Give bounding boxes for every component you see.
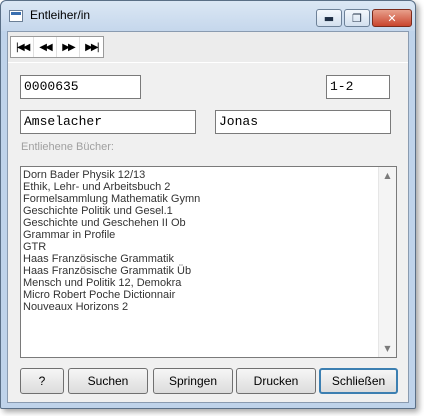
help-button[interactable]: ? [20, 368, 64, 394]
book-list-item[interactable]: Formelsammlung Mathematik Gymn [23, 193, 378, 205]
borrower-number-field[interactable]: 0000635 [20, 75, 141, 99]
minimize-button[interactable]: ▬ [316, 9, 342, 27]
jump-button[interactable]: Springen [153, 368, 233, 394]
last-name-field[interactable]: Amselacher [20, 110, 196, 134]
book-list-item[interactable]: Geschichte Politik und Gesel.1 [23, 205, 378, 217]
book-list-item[interactable]: Geschichte und Geschehen II Ob [23, 217, 378, 229]
title-bar[interactable]: Entleiher/in ▬ ❐ ✕ [1, 1, 415, 31]
book-list-item[interactable]: Nouveaux Horizons 2 [23, 301, 378, 313]
previous-record-icon[interactable]: ◀◀ [34, 37, 57, 57]
app-icon [9, 10, 23, 22]
close-window-button[interactable]: ✕ [372, 9, 412, 27]
class-field[interactable]: 1-2 [326, 75, 390, 99]
last-record-icon[interactable]: ▶▶| [80, 37, 103, 57]
scroll-down-icon[interactable]: ▼ [379, 340, 396, 357]
book-list-item[interactable]: Mensch und Politik 12, Demokra [23, 277, 378, 289]
book-list-item[interactable]: GTR [23, 241, 378, 253]
vertical-scrollbar[interactable]: ▲ ▼ [378, 167, 396, 357]
book-list-item[interactable]: Dorn Bader Physik 12/13 [23, 169, 378, 181]
close-button[interactable]: Schließen [319, 368, 398, 394]
main-window: Entleiher/in ▬ ❐ ✕ |◀◀ ◀◀ ▶▶ ▶▶| 0000635… [0, 0, 416, 409]
borrowed-books-label: Entliehene Bücher: [21, 141, 114, 153]
maximize-button[interactable]: ❐ [344, 9, 370, 27]
toolbar-divider [8, 62, 408, 63]
navigation-toolbar: |◀◀ ◀◀ ▶▶ ▶▶| [8, 32, 408, 63]
book-list-item[interactable]: Micro Robert Poche Dictionnair [23, 289, 378, 301]
next-record-icon[interactable]: ▶▶ [57, 37, 80, 57]
books-list-items: Dorn Bader Physik 12/13 Ethik, Lehr- und … [23, 169, 378, 313]
book-list-item[interactable]: Ethik, Lehr- und Arbeitsbuch 2 [23, 181, 378, 193]
scroll-up-icon[interactable]: ▲ [379, 167, 396, 184]
window-title: Entleiher/in [30, 8, 91, 22]
search-button[interactable]: Suchen [68, 368, 148, 394]
record-navigator: |◀◀ ◀◀ ▶▶ ▶▶| [10, 36, 104, 58]
print-button[interactable]: Drucken [236, 368, 316, 394]
book-list-item[interactable]: Haas Französische Grammatik [23, 253, 378, 265]
client-area: |◀◀ ◀◀ ▶▶ ▶▶| 0000635 1-2 Amselacher Jon… [7, 31, 409, 403]
first-name-field[interactable]: Jonas [215, 110, 391, 134]
book-list-item[interactable]: Grammar in Profile [23, 229, 378, 241]
book-list-item[interactable]: Haas Französische Grammatik Üb [23, 265, 378, 277]
borrowed-books-list[interactable]: Dorn Bader Physik 12/13 Ethik, Lehr- und … [20, 166, 397, 358]
first-record-icon[interactable]: |◀◀ [11, 37, 34, 57]
